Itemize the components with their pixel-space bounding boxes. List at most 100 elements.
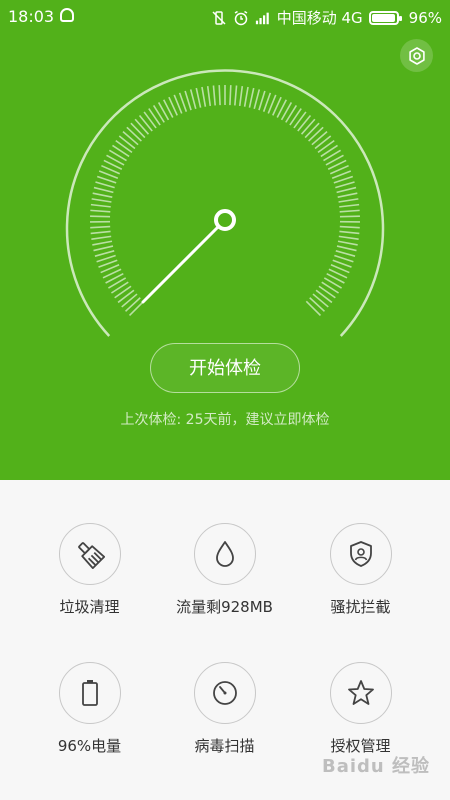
- tool-label: 96%电量: [57, 737, 122, 755]
- start-check-button[interactable]: 开始体检: [150, 343, 300, 393]
- gauge-ticks: [89, 85, 361, 317]
- battery-fill: [371, 13, 395, 22]
- gauge-tick: [117, 289, 135, 304]
- gauge-tick: [339, 230, 360, 235]
- gauge-tick: [333, 175, 354, 184]
- tool-data-usage[interactable]: 流量剩928MB: [157, 523, 292, 617]
- gauge-tick: [90, 215, 111, 218]
- tool-label: 垃圾清理: [59, 598, 120, 616]
- gauge-tick: [312, 293, 329, 308]
- gauge-tick: [311, 130, 328, 146]
- tool-icon-wrap: [58, 523, 121, 585]
- gauge-tick: [335, 250, 356, 257]
- gauge-tick: [339, 209, 360, 213]
- gauge-tick: [96, 254, 116, 263]
- gauge-tick: [112, 144, 130, 158]
- gauge-tick: [90, 203, 111, 208]
- gauge-tick: [93, 186, 114, 194]
- gauge-tick: [114, 285, 132, 299]
- battery-percent: 96%: [408, 8, 442, 27]
- tool-harass-block[interactable]: 骚扰拦截: [293, 523, 428, 617]
- gauge-tick: [93, 245, 114, 252]
- gauge-tick: [92, 192, 113, 198]
- gauge-tick: [339, 215, 360, 218]
- gauge-tick: [189, 89, 197, 109]
- battery-icon: [368, 10, 402, 25]
- gauge-tick: [92, 240, 113, 246]
- header-panel: 18:03 中国移动 4G 96% 开始体检 上次体检: 25天前，建议立即体检: [0, 0, 450, 480]
- gauge-tick: [90, 230, 111, 235]
- gauge-tick: [122, 130, 139, 146]
- status-indicators: 中国移动 4G 96%: [211, 7, 442, 28]
- tool-battery[interactable]: 96%电量: [22, 662, 157, 756]
- gauge-tick: [304, 122, 320, 139]
- gauge-tick: [321, 281, 340, 294]
- carrier-label: 中国移动 4G: [276, 9, 363, 27]
- gauge-tick: [130, 122, 146, 139]
- gauge-tick: [253, 89, 261, 109]
- signal-icon: [255, 12, 269, 24]
- gauge-tick: [248, 87, 255, 108]
- tool-label: 流量剩928MB: [176, 598, 273, 616]
- tool-icon-wrap: [329, 662, 392, 724]
- gauge-tick: [317, 140, 335, 154]
- tool-virus-scan[interactable]: 病毒扫描: [157, 662, 292, 756]
- vibrate-off-icon: [212, 10, 226, 25]
- gauge-tick: [337, 192, 358, 198]
- status-bar: 18:03 中国移动 4G 96%: [0, 0, 450, 32]
- gauge-tick: [335, 181, 355, 189]
- gauge-tick: [336, 186, 357, 194]
- gauge-tick: [315, 289, 333, 304]
- gauge-tick: [218, 85, 221, 106]
- gauge-tick: [138, 114, 153, 132]
- gauge-tick: [320, 144, 338, 158]
- gauge-tick: [243, 86, 249, 107]
- gauge-tick: [91, 198, 112, 203]
- star-icon: [347, 680, 374, 705]
- tool-icon-wrap: [58, 662, 121, 724]
- water-drop-icon: [215, 541, 234, 567]
- gauge-tick: [143, 111, 157, 129]
- status-time: 18:03: [8, 7, 55, 26]
- gauge-needle: [141, 218, 227, 304]
- gauge-tick: [234, 85, 238, 106]
- gauge-tick: [336, 245, 357, 252]
- shield-user-icon: [349, 541, 372, 567]
- gauge-tick: [118, 135, 136, 150]
- gauge-tick: [293, 111, 307, 129]
- tool-label: 病毒扫描: [194, 737, 255, 755]
- gauge-tick: [212, 85, 216, 106]
- battery-icon: [81, 680, 98, 706]
- gauge-tick: [134, 118, 150, 135]
- gauge-tick: [309, 297, 326, 312]
- gauge-tick: [338, 235, 359, 241]
- tool-icon-wrap: [193, 662, 256, 724]
- gauge-tick: [96, 175, 117, 184]
- alarm-icon: [234, 10, 248, 25]
- gauge-tick: [184, 90, 192, 111]
- gauge-tick: [305, 300, 322, 317]
- tool-trash-clean[interactable]: 垃圾清理: [22, 523, 157, 617]
- gauge-tick: [95, 181, 115, 189]
- tool-permissions[interactable]: 授权管理: [293, 662, 428, 756]
- gauge-tick: [90, 209, 111, 213]
- broom-icon: [77, 542, 105, 569]
- gauge-tick: [339, 203, 360, 208]
- gauge-pivot: [214, 209, 236, 231]
- gauge-tick: [128, 300, 145, 317]
- gauge-tick: [258, 90, 266, 111]
- last-check-text: 上次体检: 25天前，建议立即体检: [120, 412, 330, 428]
- gauge-tick: [318, 285, 336, 299]
- health-gauge: [65, 69, 385, 337]
- scan-dial-icon: [212, 681, 237, 705]
- gauge-tick: [314, 135, 332, 150]
- gauge-tick: [229, 85, 232, 106]
- gauge-tick: [339, 225, 360, 229]
- tool-icon-wrap: [329, 523, 392, 585]
- gauge-tick: [110, 281, 129, 294]
- gauge-tick: [91, 235, 112, 241]
- gauge-tick: [297, 114, 312, 132]
- gauge-tick: [126, 126, 142, 142]
- gauge-outer-arc: [65, 69, 385, 337]
- gauge-tick: [338, 198, 359, 203]
